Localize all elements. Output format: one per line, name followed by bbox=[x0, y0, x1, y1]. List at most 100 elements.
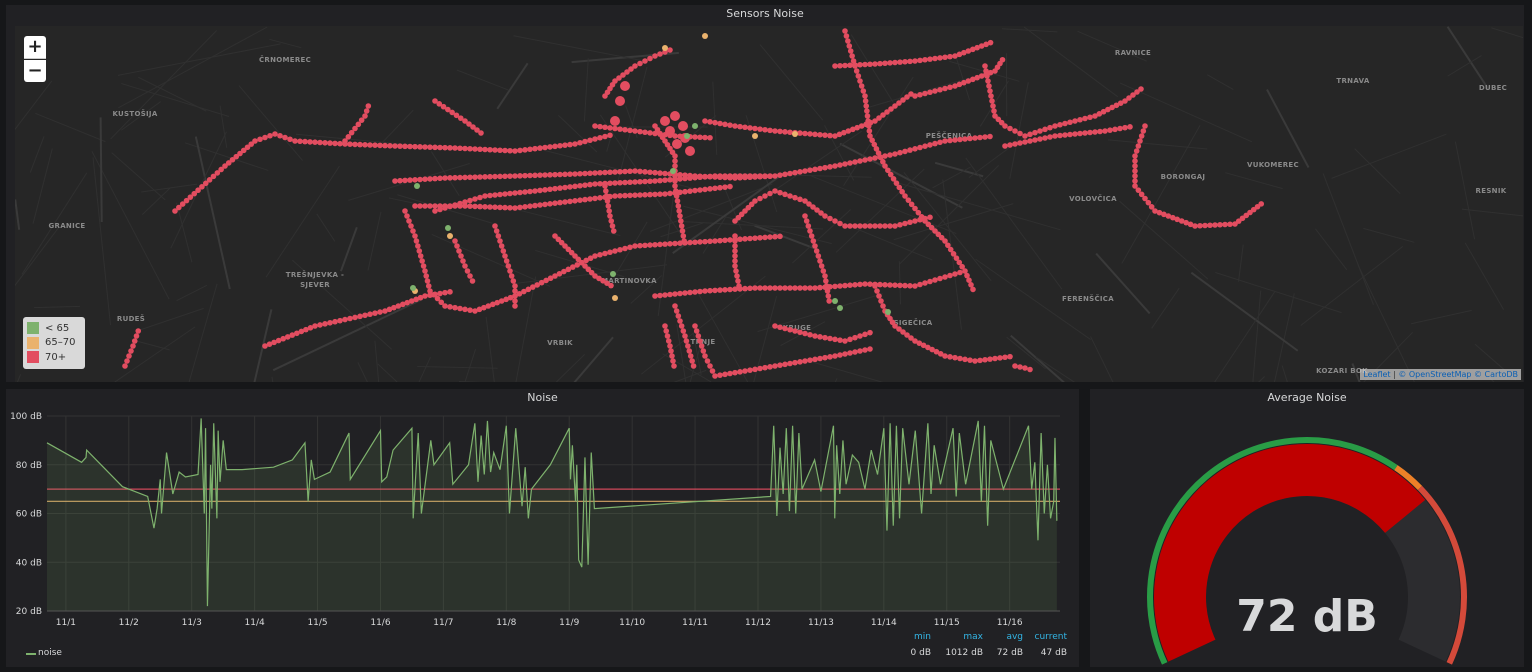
carto-link[interactable]: © CartoDB bbox=[1474, 370, 1518, 379]
sensor-dot bbox=[912, 146, 918, 152]
panel-title[interactable]: Average Noise bbox=[1090, 389, 1524, 407]
map-street bbox=[811, 361, 884, 382]
sensor-dot bbox=[1132, 153, 1138, 159]
sensor-dot bbox=[797, 285, 803, 291]
sensor-dot bbox=[942, 353, 948, 359]
sensor-dot bbox=[492, 173, 498, 180]
sensor-dot bbox=[467, 203, 473, 209]
sensor-dot bbox=[722, 173, 728, 179]
sensor-dot bbox=[632, 192, 638, 198]
y-tick-label: 20 dB bbox=[16, 607, 42, 617]
sensor-dot bbox=[642, 129, 648, 136]
sensor-dot bbox=[627, 179, 633, 186]
zoom-out-button[interactable]: − bbox=[24, 60, 46, 82]
sensor-dot bbox=[990, 103, 996, 109]
sensor-dot bbox=[607, 180, 613, 187]
sensor-dot bbox=[637, 60, 643, 67]
map-street bbox=[1446, 26, 1489, 90]
sensor-dot bbox=[747, 285, 753, 292]
sensor-dot bbox=[502, 253, 508, 259]
sensor-dot bbox=[932, 140, 938, 147]
map-canvas[interactable]: ČRNOMEREC KUSTOŠIJA GRANICE TREŠNJEVKA - SJE… bbox=[15, 26, 1523, 382]
sensor-dot bbox=[672, 240, 678, 247]
sensor-dot bbox=[447, 203, 453, 209]
sensor-dot bbox=[622, 179, 628, 186]
sensor-dot bbox=[1072, 118, 1078, 124]
sensor-dot bbox=[452, 304, 458, 311]
sensor-dot bbox=[452, 174, 458, 181]
sensor-dot bbox=[407, 177, 413, 183]
sensor-dot bbox=[677, 318, 683, 324]
noise-graph[interactable]: 20 dB 40 dB 60 dB 80 dB 100 dB 11/1 11/2 11/3 11… bbox=[6, 407, 1079, 647]
sensor-dot bbox=[767, 127, 773, 134]
panel-title[interactable]: Noise bbox=[6, 389, 1079, 407]
place-label: TRNAVA bbox=[1336, 77, 1369, 85]
sensor-dot bbox=[404, 213, 410, 219]
sensor-dot bbox=[267, 132, 273, 139]
sensor-dot bbox=[787, 326, 793, 333]
series-name[interactable]: noise bbox=[38, 648, 62, 658]
sensor-dot bbox=[637, 178, 643, 185]
legend-header-current[interactable]: current bbox=[1035, 632, 1067, 642]
sensor-dot bbox=[664, 333, 671, 339]
sensor-dot bbox=[412, 203, 418, 209]
sensor-dot bbox=[702, 186, 708, 193]
sensor-dot bbox=[415, 243, 421, 249]
sensor-dot bbox=[897, 282, 903, 289]
sensor-dot bbox=[682, 175, 688, 182]
sensor-dot bbox=[627, 192, 633, 199]
sensor-dot bbox=[702, 353, 708, 359]
sensor-dot bbox=[542, 187, 548, 193]
sensor-dot bbox=[937, 139, 943, 146]
sensor-dot bbox=[1062, 120, 1068, 127]
sensor-dot bbox=[612, 193, 618, 199]
map-street bbox=[91, 151, 170, 300]
sensor-dot bbox=[672, 291, 678, 297]
sensor-dot bbox=[907, 219, 913, 226]
leaflet-link[interactable]: Leaflet bbox=[1363, 370, 1390, 379]
sensor-dot bbox=[622, 192, 628, 199]
sensor-dot bbox=[857, 158, 863, 164]
sensor-dot bbox=[657, 241, 663, 248]
sensor-dot bbox=[752, 366, 758, 373]
sensor-dot bbox=[837, 337, 843, 343]
sensor-dot bbox=[652, 241, 658, 248]
sensor-dot bbox=[1102, 128, 1108, 134]
zoom-in-button[interactable]: + bbox=[24, 36, 46, 59]
legend-header-min[interactable]: min bbox=[914, 632, 931, 642]
x-tick-label: 11/3 bbox=[182, 618, 202, 628]
legend-header-max[interactable]: max bbox=[963, 632, 983, 642]
sensor-dot bbox=[1258, 201, 1265, 207]
sensor-dot bbox=[777, 233, 783, 240]
sensor-dot bbox=[505, 263, 512, 269]
sensor-dot bbox=[826, 298, 832, 304]
sensor-dot bbox=[815, 253, 822, 259]
map-street bbox=[1354, 148, 1401, 195]
sensor-dot bbox=[1127, 124, 1133, 130]
panel-title[interactable]: Sensors Noise bbox=[6, 5, 1524, 23]
sensor-dot bbox=[472, 203, 478, 210]
sensor-dot bbox=[842, 223, 848, 229]
sensor-dot bbox=[687, 188, 693, 194]
sensor-dot bbox=[660, 116, 670, 126]
sensor-dot bbox=[417, 253, 424, 259]
sensor-dot bbox=[927, 56, 933, 62]
legend-header-avg[interactable]: avg bbox=[1006, 632, 1023, 642]
y-tick-label: 60 dB bbox=[16, 510, 42, 520]
sensor-dot bbox=[867, 281, 873, 287]
x-tick-label: 11/13 bbox=[808, 618, 834, 628]
sensor-dot bbox=[1057, 132, 1063, 139]
sensor-dot bbox=[852, 223, 858, 229]
sensor-dot bbox=[1027, 366, 1033, 373]
osm-link[interactable]: © OpenStreetMap bbox=[1398, 370, 1471, 379]
map-street bbox=[339, 227, 358, 272]
sensor-dot bbox=[932, 55, 938, 62]
sensor-dot bbox=[822, 284, 828, 291]
sensor-dot bbox=[767, 173, 773, 179]
sensor-dot bbox=[772, 173, 778, 179]
sensor-dot bbox=[847, 282, 853, 289]
sensor-dot bbox=[825, 293, 832, 299]
noise-map[interactable]: ČRNOMEREC KUSTOŠIJA GRANICE TREŠNJEVKA - SJE… bbox=[15, 26, 1523, 382]
sensor-dot bbox=[427, 144, 433, 150]
sensor-dot bbox=[832, 283, 838, 290]
